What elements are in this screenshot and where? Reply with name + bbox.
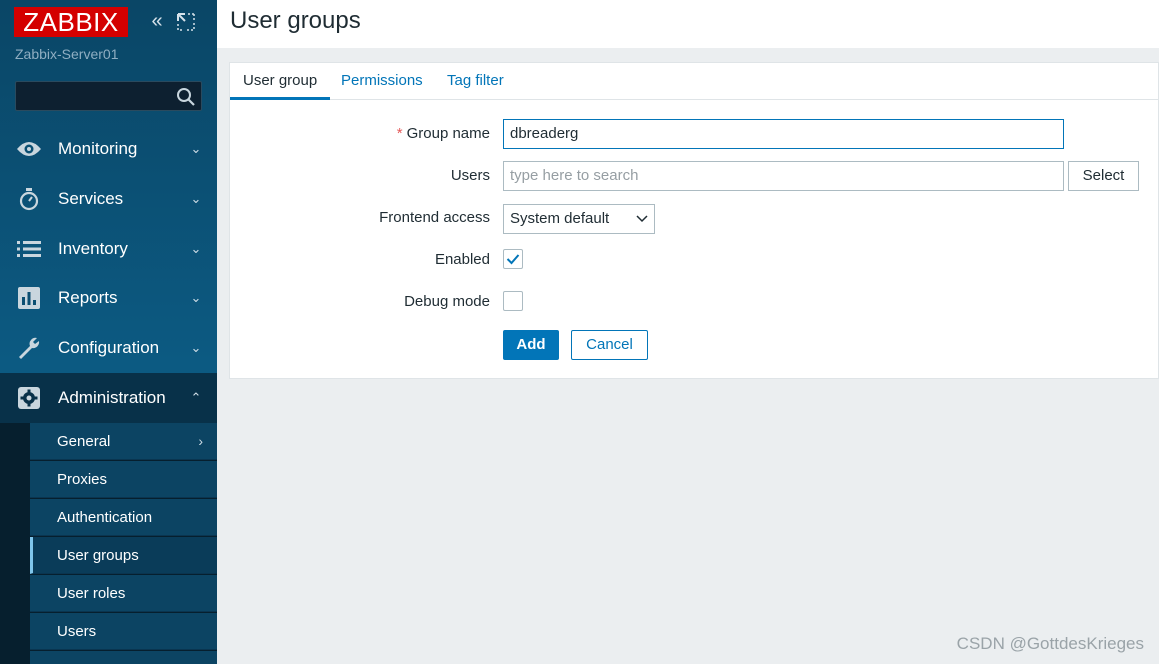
required-marker: * [396,125,403,142]
submenu-label: User groups [57,547,139,564]
users-search-input[interactable]: type here to search [503,161,1064,191]
submenu-item-user-roles[interactable]: User roles [30,575,217,612]
form-panel: User group Permissions Tag filter * Group… [229,62,1159,379]
server-name: Zabbix-Server01 [15,46,119,62]
chevron-down-icon: ⌄ [190,290,202,305]
submenu-label: General [57,433,111,450]
submenu-item-users[interactable]: Users [30,613,217,650]
menu-label: Monitoring [58,139,138,158]
chevron-right-icon: › [198,433,203,449]
frontend-access-select[interactable]: System default [503,204,655,234]
debug-mode-checkbox[interactable] [503,291,523,311]
tab-user-group[interactable]: User group [230,63,331,100]
menu-label: Services [58,189,124,208]
submenu-label: Proxies [57,471,108,488]
submenu-item-partial[interactable] [30,651,217,664]
submenu-label: Users [57,623,97,640]
submenu-item-user-groups[interactable]: User groups [30,537,217,574]
chevron-down-icon: ⌄ [190,191,202,206]
menu-item-services[interactable]: Services ⌄ [0,174,217,224]
eye-icon [16,136,42,162]
submenu-label: User roles [57,585,126,602]
search-icon[interactable] [176,87,196,107]
collapse-sidebar-icon[interactable]: « [146,10,168,32]
watermark: CSDN @GottdesKrieges [956,634,1144,653]
submenu-item-authentication[interactable]: Authentication [30,499,217,536]
stopwatch-icon [16,186,42,212]
submenu-item-general[interactable]: General › [30,423,217,460]
page-title: User groups [230,7,361,34]
menu-item-inventory[interactable]: Inventory ⌄ [0,224,217,274]
sidebar-search-input[interactable] [15,81,202,111]
submenu-label: Authentication [57,509,153,526]
group-name-input[interactable]: dbreaderg [503,119,1064,149]
menu-item-monitoring[interactable]: Monitoring ⌄ [0,124,217,174]
chevron-up-icon: ⌃ [190,390,202,405]
enabled-label: Enabled [434,251,490,268]
frontend-access-value: System default [510,210,610,227]
zabbix-logo[interactable]: ZABBIX [14,7,128,37]
menu-item-reports[interactable]: Reports ⌄ [0,273,217,323]
list-icon [16,236,42,262]
menu-label: Inventory [58,239,128,258]
gear-icon [16,385,42,411]
select-users-button[interactable]: Select [1068,161,1139,191]
tab-permissions[interactable]: Permissions [328,63,436,100]
cancel-button[interactable]: Cancel [571,330,648,360]
kiosk-mode-icon[interactable] [176,12,196,32]
menu-label: Configuration [58,338,160,357]
debug-mode-label: Debug mode [404,293,490,310]
menu-label: Reports [58,288,118,307]
chevron-down-icon: ⌄ [190,340,202,355]
enabled-checkbox[interactable] [503,249,523,269]
chevron-down-icon: ⌄ [190,141,202,156]
bar-chart-icon [16,285,42,311]
menu-item-configuration[interactable]: Configuration ⌄ [0,323,217,373]
frontend-access-label: Frontend access [379,209,490,226]
menu-item-administration[interactable]: Administration ⌃ [0,373,217,423]
sidebar: ZABBIX « Zabbix-Server01 Monitoring ⌄ Se… [0,0,217,664]
users-label: Users [450,167,490,184]
tab-bar: User group Permissions Tag filter [230,63,1158,100]
group-name-label: * Group name [397,125,490,142]
checkmark-icon [506,254,520,265]
submenu-item-proxies[interactable]: Proxies [30,461,217,498]
add-button[interactable]: Add [503,330,559,360]
chevron-down-icon [636,205,648,243]
wrench-icon [16,335,42,361]
administration-submenu: General › Proxies Authentication User gr… [0,423,217,664]
tab-tag-filter[interactable]: Tag filter [434,63,517,100]
menu-label: Administration [58,388,166,407]
chevron-down-icon: ⌄ [190,241,202,256]
group-name-label-text: Group name [406,125,490,142]
